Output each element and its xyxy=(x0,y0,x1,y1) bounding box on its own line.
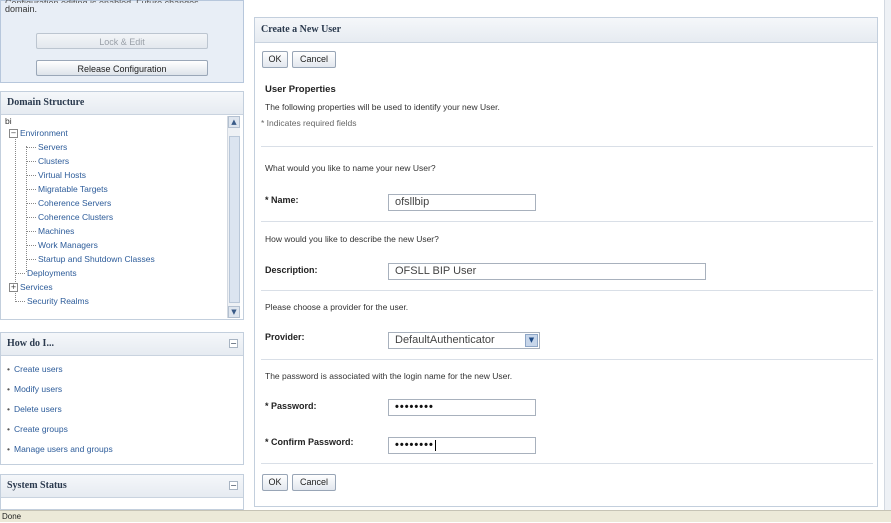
system-status-title: System Status − xyxy=(1,475,243,498)
window-scrollbar[interactable] xyxy=(884,0,891,510)
tree-item-label: Environment xyxy=(20,128,68,138)
password-note: The password is associated with the logi… xyxy=(265,371,513,381)
list-item[interactable]: • Create groups xyxy=(7,422,243,442)
minus-box-icon[interactable]: − xyxy=(229,481,238,490)
list-item[interactable]: • Delete users xyxy=(7,402,243,422)
text-caret xyxy=(434,439,436,451)
ok-button-bottom[interactable]: OK xyxy=(262,474,288,491)
minus-box-icon[interactable]: − xyxy=(9,129,18,139)
change-center-instructions: Configuration editing is enabled. Future… xyxy=(5,0,237,15)
arrow-down-icon[interactable]: ▼ xyxy=(228,306,240,318)
how-do-i-heading: How do I... xyxy=(7,338,54,349)
domain-structure-heading: Domain Structure xyxy=(7,97,85,108)
provider-select[interactable]: DefaultAuthenticator ▼ xyxy=(388,332,540,349)
change-center-panel: Configuration editing is enabled. Future… xyxy=(0,0,244,83)
description-question: How would you like to describe the new U… xyxy=(265,234,439,244)
link-modify-users[interactable]: Modify users xyxy=(14,384,62,394)
link-manage-users-groups[interactable]: Manage users and groups xyxy=(14,444,113,454)
browser-status-bar: Done xyxy=(0,510,891,522)
description-field[interactable]: OFSLL BIP User xyxy=(388,263,706,280)
tree-item-services[interactable]: + Services xyxy=(9,282,53,293)
divider xyxy=(261,463,873,464)
minus-box-icon[interactable]: − xyxy=(229,339,238,348)
tree-item-work-managers[interactable]: Work Managers xyxy=(26,240,98,250)
tree-item-environment[interactable]: − Environment xyxy=(9,128,68,139)
provider-selected-value: DefaultAuthenticator xyxy=(395,334,495,346)
tree-scrollbar[interactable]: ▲ ▼ xyxy=(227,116,240,318)
password-label: * Password: xyxy=(265,401,317,411)
tree-item-coherence-servers[interactable]: Coherence Servers xyxy=(26,198,111,208)
link-delete-users[interactable]: Delete users xyxy=(14,404,62,414)
truncated-instruction-line: Configuration editing is enabled. Future… xyxy=(5,0,237,3)
cancel-button-bottom[interactable]: Cancel xyxy=(292,474,336,491)
release-configuration-button[interactable]: Release Configuration xyxy=(36,60,208,76)
confirm-password-field[interactable]: •••••••• xyxy=(388,437,536,454)
tree-item-servers[interactable]: Servers xyxy=(26,142,67,152)
tree-item-startup-shutdown-classes[interactable]: Startup and Shutdown Classes xyxy=(26,254,155,264)
how-do-i-panel: How do I... − • Create users • Modify user… xyxy=(0,332,244,465)
system-status-panel: System Status − xyxy=(0,474,244,510)
link-create-groups[interactable]: Create groups xyxy=(14,424,68,434)
domain-tree: bi − Environment Servers Clusters Virtual… xyxy=(5,116,227,319)
confirm-password-value: •••••••• xyxy=(395,439,434,451)
form-title: Create a New User xyxy=(255,18,877,43)
name-label: * Name: xyxy=(265,195,299,205)
section-description: The following properties will be used to… xyxy=(265,102,500,112)
section-title: User Properties xyxy=(265,84,336,95)
divider xyxy=(261,290,873,291)
lock-edit-button[interactable]: Lock & Edit xyxy=(36,33,208,49)
instruction-fragment: domain. xyxy=(5,4,38,14)
list-item[interactable]: • Manage users and groups xyxy=(7,442,243,462)
domain-structure-panel: Domain Structure bi − Environment Servers… xyxy=(0,91,244,320)
create-user-form: Create a New User OK Cancel User Propert… xyxy=(254,17,878,507)
divider xyxy=(261,221,873,222)
divider xyxy=(261,359,873,360)
password-field[interactable]: •••••••• xyxy=(388,399,536,416)
tree-item-machines[interactable]: Machines xyxy=(26,226,74,236)
left-sidebar: Configuration editing is enabled. Future… xyxy=(0,0,244,510)
system-status-heading: System Status xyxy=(7,480,67,491)
link-create-users[interactable]: Create users xyxy=(14,364,63,374)
description-label: Description: xyxy=(265,265,318,275)
confirm-password-label: * Confirm Password: xyxy=(265,437,354,447)
tree-item-clusters[interactable]: Clusters xyxy=(26,156,69,166)
ok-button[interactable]: OK xyxy=(262,51,288,68)
tree-item-virtual-hosts[interactable]: Virtual Hosts xyxy=(26,170,86,180)
list-item[interactable]: • Modify users xyxy=(7,382,243,402)
tree-item-label: Services xyxy=(20,282,53,292)
domain-structure-title: Domain Structure xyxy=(1,92,243,115)
tree-root[interactable]: bi xyxy=(5,116,12,126)
provider-question: Please choose a provider for the user. xyxy=(265,302,409,312)
provider-label: Provider: xyxy=(265,332,305,342)
cancel-button[interactable]: Cancel xyxy=(292,51,336,68)
scrollbar-thumb[interactable] xyxy=(229,136,240,303)
tree-item-security-realms[interactable]: Security Realms xyxy=(15,296,89,306)
tree-item-migratable-targets[interactable]: Migratable Targets xyxy=(26,184,108,194)
how-do-i-title: How do I... − xyxy=(1,333,243,356)
chevron-down-icon[interactable]: ▼ xyxy=(525,334,538,347)
name-question: What would you like to name your new Use… xyxy=(265,163,436,173)
tree-item-deployments[interactable]: Deployments xyxy=(15,268,77,278)
divider xyxy=(261,146,873,147)
plus-box-icon[interactable]: + xyxy=(9,283,18,293)
arrow-up-icon[interactable]: ▲ xyxy=(228,116,240,128)
tree-item-coherence-clusters[interactable]: Coherence Clusters xyxy=(26,212,113,222)
required-note: * Indicates required fields xyxy=(261,118,357,128)
name-field[interactable]: ofsllbip xyxy=(388,194,536,211)
how-do-i-list: • Create users • Modify users • Delete user… xyxy=(1,356,243,462)
list-item[interactable]: • Create users xyxy=(7,362,243,382)
